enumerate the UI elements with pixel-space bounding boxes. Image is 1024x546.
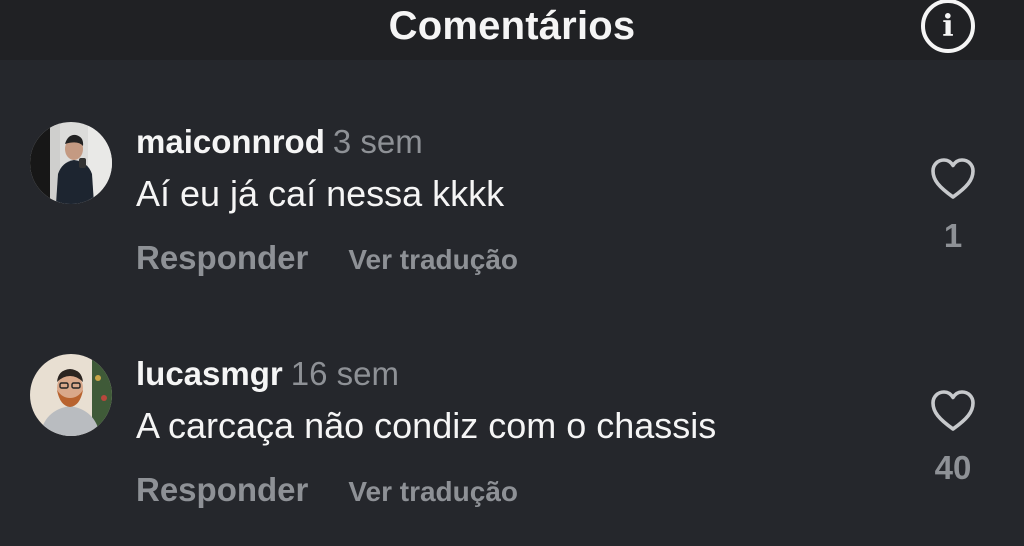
comment-text: A carcaça não condiz com o chassis xyxy=(136,405,717,446)
timestamp: 3 sem xyxy=(332,123,423,160)
comment-text: Aí eu já caí nessa kkkk xyxy=(136,173,505,214)
username[interactable]: lucasmgr xyxy=(136,355,283,392)
page-title: Comentários xyxy=(388,4,636,48)
like-count: 40 xyxy=(934,449,972,486)
comment-header: maiconnrod 3 sem xyxy=(136,123,423,161)
header: Comentários i xyxy=(0,0,1024,60)
info-icon-glyph: i xyxy=(942,8,954,44)
info-icon[interactable]: i xyxy=(921,0,975,53)
translate-button[interactable]: Ver tradução xyxy=(348,244,518,275)
translate-button[interactable]: Ver tradução xyxy=(348,476,518,507)
comment-actions: Responder Ver tradução xyxy=(136,471,518,509)
comment-header: lucasmgr 16 sem xyxy=(136,355,399,393)
heart-outline-icon[interactable] xyxy=(929,389,977,433)
avatar[interactable] xyxy=(30,122,112,204)
avatar[interactable] xyxy=(30,354,112,436)
comment-actions: Responder Ver tradução xyxy=(136,239,518,277)
avatar-image xyxy=(30,122,112,204)
like-count: 1 xyxy=(943,217,963,254)
username[interactable]: maiconnrod xyxy=(136,123,325,160)
reply-button[interactable]: Responder xyxy=(136,239,308,276)
reply-button[interactable]: Responder xyxy=(136,471,308,508)
heart-outline-icon[interactable] xyxy=(929,157,977,201)
comments-screen: Comentários i maiconnrod 3 sem Aí eu já c… xyxy=(0,0,1024,546)
timestamp: 16 sem xyxy=(290,355,399,392)
avatar-image xyxy=(30,354,112,436)
